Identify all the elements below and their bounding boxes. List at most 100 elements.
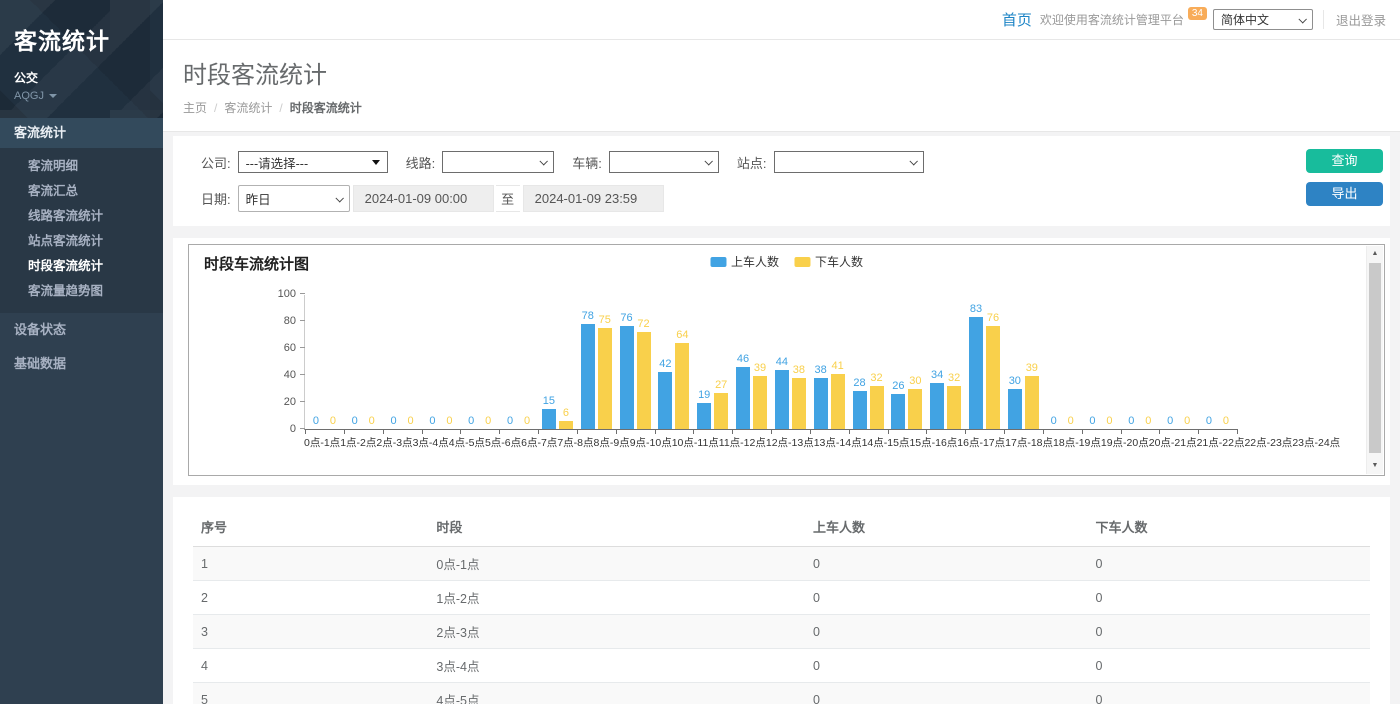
- breadcrumb: 主页 / 客流统计 / 时段客流统计: [183, 99, 1380, 116]
- x-axis-tick: [616, 429, 617, 434]
- x-axis-tick: [810, 429, 811, 434]
- search-button[interactable]: 查询: [1306, 149, 1383, 173]
- table-row[interactable]: 54点-5点00: [193, 683, 1370, 704]
- table-row[interactable]: 21点-2点00: [193, 581, 1370, 615]
- bar-value-label: 0: [524, 415, 530, 427]
- station-select[interactable]: [774, 151, 924, 173]
- bar-value-label: 72: [637, 318, 649, 330]
- bar-上车人数: [1008, 389, 1022, 430]
- logout-link[interactable]: 退出登录: [1323, 10, 1386, 29]
- table-header-row: 序号时段上车人数下车人数: [193, 507, 1370, 547]
- table-header-下车人数: 下车人数: [1087, 507, 1370, 547]
- sidebar-item-客流明细[interactable]: 客流明细: [0, 154, 163, 179]
- bar-下车人数: [675, 343, 689, 429]
- sidebar-section-客流统计[interactable]: 客流统计: [0, 118, 163, 148]
- sidebar-section-基础数据[interactable]: 基础数据: [0, 347, 163, 381]
- vehicle-select[interactable]: [609, 151, 719, 173]
- scroll-down-icon[interactable]: ▼: [1367, 458, 1383, 474]
- date-preset-select[interactable]: 昨日: [238, 185, 350, 212]
- date-from-input[interactable]: 2024-01-09 00:00: [353, 185, 494, 212]
- x-axis-label: 21点-22点: [1197, 435, 1245, 450]
- sidebar-item-时段客流统计[interactable]: 时段客流统计: [0, 254, 163, 279]
- bar-value-label: 0: [391, 415, 397, 427]
- home-link[interactable]: 首页: [1002, 9, 1032, 30]
- bar-下车人数: [637, 332, 651, 429]
- language-select[interactable]: 简体中文: [1213, 9, 1313, 30]
- welcome-text: 欢迎使用客流统计管理平台: [1040, 11, 1184, 28]
- bar-group-3点-4点: 00: [421, 295, 460, 429]
- chart-scrollbar[interactable]: ▲ ▼: [1366, 246, 1383, 474]
- table-row[interactable]: 32点-3点00: [193, 615, 1370, 649]
- bar-group-11点-12点: 4639: [732, 295, 771, 429]
- x-axis-tick: [1004, 429, 1005, 434]
- bar-group-7点-8点: 7875: [577, 295, 616, 429]
- bar-group-4点-5点: 00: [460, 295, 499, 429]
- bar-value-label: 0: [507, 415, 513, 427]
- plot-wrap: 0000000000001567875767242641927463944383…: [304, 295, 1237, 450]
- bar-group-2点-3点: 00: [383, 295, 422, 429]
- bar-column: 39: [753, 295, 767, 429]
- bar-column: 0: [1124, 295, 1138, 429]
- caret-down-icon: [49, 94, 57, 98]
- sidebar-item-客流汇总[interactable]: 客流汇总: [0, 179, 163, 204]
- table-cell: 1: [193, 547, 428, 581]
- line-select[interactable]: [442, 151, 554, 173]
- company-select[interactable]: ---请选择---: [238, 151, 388, 173]
- scrollbar-thumb[interactable]: [1369, 263, 1381, 453]
- table-cell: 0: [805, 615, 1087, 649]
- scroll-up-icon[interactable]: ▲: [1367, 246, 1383, 262]
- bar-group-18点-19点: 3039: [1004, 295, 1043, 429]
- bar-下车人数: [714, 393, 728, 429]
- breadcrumb-parent[interactable]: 客流统计: [224, 99, 272, 116]
- table-cell: 0: [1087, 581, 1370, 615]
- bar-value-label: 39: [754, 362, 766, 374]
- bar-column: 0: [425, 295, 439, 429]
- bar-group-21点-22点: 00: [1120, 295, 1159, 429]
- export-button[interactable]: 导出: [1306, 182, 1383, 206]
- bar-group-12点-13点: 4438: [771, 295, 810, 429]
- sidebar-item-客流量趋势图[interactable]: 客流量趋势图: [0, 279, 163, 304]
- language-value: 简体中文: [1221, 11, 1269, 28]
- chart-title: 时段车流统计图: [204, 253, 309, 274]
- y-axis-label: 100: [278, 288, 296, 300]
- legend-item-上车人数[interactable]: 上车人数: [710, 253, 779, 270]
- bar-value-label: 19: [698, 389, 710, 401]
- bar-value-label: 32: [870, 372, 882, 384]
- sidebar-item-站点客流统计[interactable]: 站点客流统计: [0, 229, 163, 254]
- bar-column: 15: [542, 295, 556, 429]
- breadcrumb-separator: /: [214, 101, 217, 115]
- breadcrumb-separator: /: [279, 101, 282, 115]
- bar-value-label: 28: [853, 377, 865, 389]
- sidebar-section-设备状态[interactable]: 设备状态: [0, 313, 163, 347]
- bar-value-label: 76: [987, 312, 999, 324]
- bar-value-label: 0: [1184, 415, 1190, 427]
- table-cell: 5: [193, 683, 428, 704]
- bar-column: 64: [675, 295, 689, 429]
- chevron-down-icon: [1298, 15, 1306, 23]
- bar-column: 30: [908, 295, 922, 429]
- date-to-input[interactable]: 2024-01-09 23:59: [523, 185, 664, 212]
- sidebar-item-线路客流统计[interactable]: 线路客流统计: [0, 204, 163, 229]
- x-axis-label: 20点-21点: [1149, 435, 1197, 450]
- x-axis-tick: [1082, 429, 1083, 434]
- breadcrumb-home[interactable]: 主页: [183, 99, 207, 116]
- bar-column: 38: [792, 295, 806, 429]
- bar-group-0点-1点: 00: [305, 295, 344, 429]
- notification-badge[interactable]: 34: [1188, 7, 1207, 20]
- chart-header: 时段车流统计图 上车人数下车人数: [189, 245, 1384, 273]
- bar-value-label: 0: [330, 415, 336, 427]
- bar-column: 30: [1008, 295, 1022, 429]
- x-axis-label: 16点-17点: [957, 435, 1005, 450]
- bar-column: 75: [598, 295, 612, 429]
- bar-下车人数: [792, 378, 806, 429]
- bar-value-label: 30: [909, 375, 921, 387]
- bar-column: 28: [853, 295, 867, 429]
- bar-value-label: 26: [892, 380, 904, 392]
- x-axis-tick: [965, 429, 966, 434]
- legend-item-下车人数[interactable]: 下车人数: [794, 253, 863, 270]
- table-row[interactable]: 10点-1点00: [193, 547, 1370, 581]
- table-row[interactable]: 43点-4点00: [193, 649, 1370, 683]
- bar-value-label: 0: [408, 415, 414, 427]
- org-code-dropdown[interactable]: AQGJ: [14, 90, 149, 102]
- bar-column: 32: [870, 295, 884, 429]
